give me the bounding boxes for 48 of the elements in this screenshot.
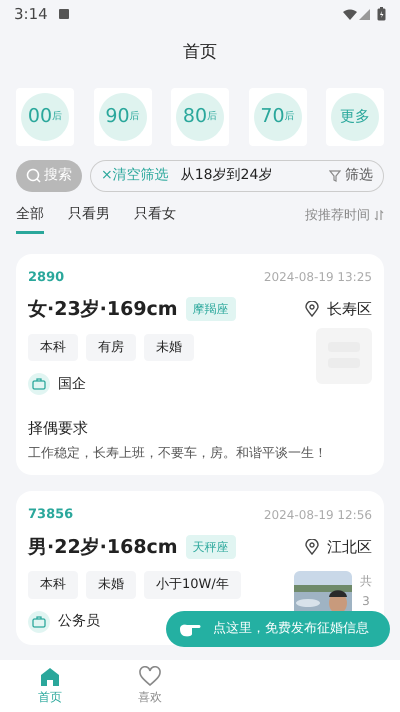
- profile-id: 73856: [28, 506, 74, 524]
- wifi-icon: [342, 8, 358, 20]
- page-title: 首页: [182, 41, 218, 64]
- info-tag: 本科: [28, 571, 78, 598]
- photo-count: 共: [360, 573, 372, 590]
- filter-icon: [329, 170, 341, 182]
- sort-button[interactable]: 按推荐时间: [305, 206, 384, 234]
- profile-headline: 男·22岁·168cm: [28, 534, 178, 560]
- location-text: 长寿区: [327, 299, 372, 320]
- age-filter-button[interactable]: 更多: [331, 92, 379, 140]
- requirement-text: 工作稳定，长寿上班，不要车，房。和谐平谈一生！: [28, 444, 328, 462]
- job-text: 国企: [58, 374, 86, 394]
- filter-range: 从18岁到24岁: [180, 166, 272, 185]
- nav-tab[interactable]: 喜欢: [100, 660, 200, 712]
- clock: 3:14: [14, 4, 48, 25]
- filter-button[interactable]: 筛选: [329, 165, 373, 186]
- photo-count: 3: [362, 593, 370, 610]
- location-icon: [305, 301, 319, 318]
- info-tag: 未婚: [86, 571, 136, 598]
- location-icon: [305, 538, 319, 555]
- briefcase-icon: [28, 373, 50, 395]
- profile-headline: 女·23岁·169cm: [28, 297, 178, 322]
- zodiac-tag: 摩羯座: [186, 297, 236, 322]
- post-info-button[interactable]: 点这里，免费发布征婚信息: [166, 611, 390, 647]
- post-time: 2024-08-19 13:25: [264, 269, 372, 286]
- profile-id: 2890: [28, 268, 64, 286]
- tab[interactable]: 全部: [16, 204, 44, 234]
- info-tag: 小于10W/年: [144, 571, 241, 598]
- info-tag: 本科: [28, 334, 78, 361]
- zodiac-tag: 天秤座: [186, 534, 236, 559]
- home-icon: [39, 666, 61, 688]
- nav-tab[interactable]: 首页: [0, 660, 100, 712]
- info-tag: 有房: [86, 334, 136, 361]
- location-text: 江北区: [327, 536, 372, 558]
- search-button[interactable]: 搜索: [16, 160, 82, 192]
- briefcase-icon: [28, 610, 50, 632]
- info-tag: 未婚: [144, 334, 194, 361]
- battery-icon: [377, 7, 386, 21]
- signal-icon: [358, 8, 371, 20]
- job-text: 公务员: [58, 612, 100, 631]
- clear-filter-link[interactable]: ×清空筛选: [101, 165, 169, 186]
- post-time: 2024-08-19 12:56: [264, 506, 372, 524]
- heart-icon: [139, 666, 161, 688]
- sort-icon: [374, 210, 384, 222]
- tab[interactable]: 只看女: [134, 204, 176, 234]
- requirement-title: 择偶要求: [28, 418, 89, 439]
- tab[interactable]: 只看男: [68, 204, 110, 234]
- search-icon: [26, 168, 41, 183]
